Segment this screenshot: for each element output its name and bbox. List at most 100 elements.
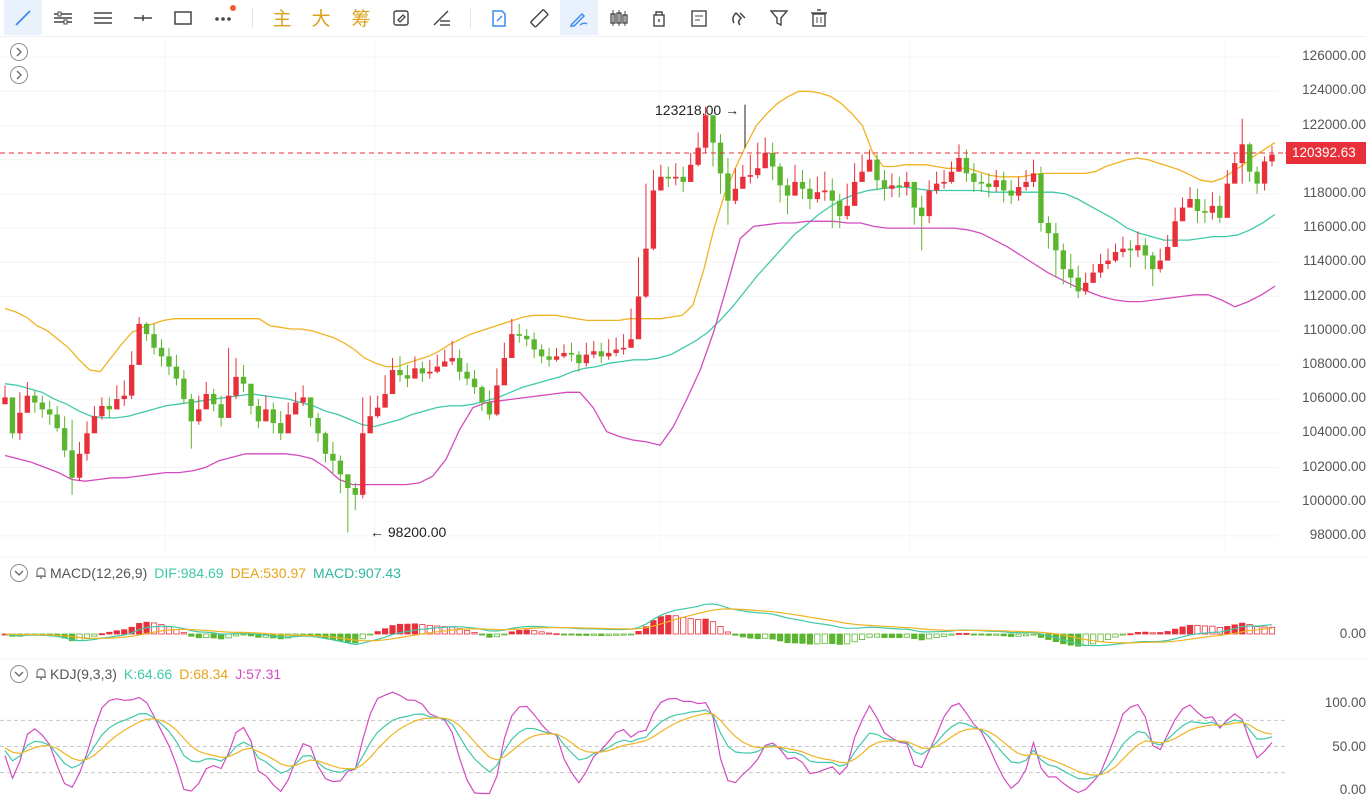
candle-body bbox=[606, 352, 612, 357]
macd-bar bbox=[598, 633, 605, 636]
candle-body bbox=[814, 192, 821, 200]
candle-body bbox=[792, 181, 798, 196]
candle-body bbox=[397, 370, 403, 376]
candle-body bbox=[1023, 181, 1029, 188]
kdj-j-value: J:57.31 bbox=[235, 666, 282, 682]
macd-bar bbox=[478, 633, 486, 636]
macd-bar bbox=[948, 633, 955, 636]
macd-bar bbox=[873, 633, 881, 638]
macd-bar bbox=[1194, 624, 1201, 635]
candle-body bbox=[1060, 250, 1067, 270]
macd-bar bbox=[1119, 633, 1127, 636]
macd-bar bbox=[799, 633, 806, 644]
kdj-header: KDJ(9,3,3) K:64.66 D:68.34 J:57.31 bbox=[10, 665, 281, 683]
candle-body bbox=[367, 416, 373, 434]
candle-body bbox=[464, 371, 470, 379]
chevron-down-icon bbox=[14, 671, 24, 677]
candle-body bbox=[360, 433, 366, 495]
candle-body bbox=[419, 368, 426, 374]
price-tick-label: 126000.00 bbox=[1302, 48, 1366, 64]
price-tick-label: 102000.00 bbox=[1302, 458, 1366, 474]
macd-zero-tick: 0.00 bbox=[1339, 626, 1366, 641]
candle-body bbox=[1194, 199, 1201, 211]
price-tick-label: 112000.00 bbox=[1303, 287, 1366, 303]
candle-body bbox=[263, 409, 269, 422]
macd-label: MACD(12,26,9) bbox=[50, 565, 148, 581]
macd-bar bbox=[963, 633, 970, 635]
macd-dea-value: DEA:530.97 bbox=[230, 565, 307, 581]
candle-body bbox=[210, 393, 217, 405]
candle-body bbox=[561, 352, 567, 357]
macd-bar bbox=[1022, 633, 1030, 637]
bell-icon[interactable] bbox=[34, 667, 48, 681]
candle-body bbox=[1127, 248, 1134, 251]
candle-body bbox=[717, 142, 724, 174]
candle-body bbox=[158, 347, 165, 357]
candle-body bbox=[725, 173, 731, 201]
candle-body bbox=[84, 433, 90, 454]
macd-bar bbox=[1134, 632, 1141, 635]
expand-indicators-button[interactable] bbox=[10, 43, 28, 61]
macd-bar bbox=[232, 633, 240, 637]
macd-bar bbox=[1164, 631, 1171, 635]
kdj-collapse-button[interactable] bbox=[10, 665, 28, 683]
macd-bar bbox=[933, 633, 940, 638]
price-tick-label: 108000.00 bbox=[1302, 355, 1366, 371]
candle-body bbox=[337, 460, 344, 475]
candle-body bbox=[516, 334, 522, 336]
candle-body bbox=[777, 166, 783, 186]
candle-body bbox=[352, 488, 358, 495]
candle-body bbox=[1053, 233, 1059, 251]
current-price-tag: 120392.63 bbox=[1286, 141, 1366, 164]
macd-bar bbox=[955, 633, 963, 635]
candle-body bbox=[948, 171, 955, 182]
candle-body bbox=[1045, 222, 1052, 234]
candle-body bbox=[248, 383, 254, 406]
candle-body bbox=[576, 354, 582, 364]
candle-body bbox=[99, 405, 105, 417]
macd-bar bbox=[523, 629, 530, 635]
candle-body bbox=[315, 417, 321, 434]
macd-bar bbox=[918, 633, 925, 641]
candle-body bbox=[121, 395, 127, 400]
candle-body bbox=[322, 433, 329, 454]
expand-overlays-button[interactable] bbox=[10, 66, 28, 84]
candle-body bbox=[91, 416, 98, 434]
candle-body bbox=[270, 409, 276, 424]
candle-body bbox=[54, 414, 60, 429]
chevron-down-icon bbox=[14, 570, 24, 576]
price-tick-label: 98000.00 bbox=[1309, 526, 1366, 542]
macd-bar bbox=[1216, 627, 1223, 635]
macd-bar bbox=[1104, 633, 1112, 640]
candle-body bbox=[1001, 180, 1007, 191]
macd-bar bbox=[508, 631, 515, 635]
candle-body bbox=[904, 181, 910, 188]
macd-collapse-button[interactable] bbox=[10, 564, 28, 582]
candle-body bbox=[285, 414, 291, 434]
candle-body bbox=[24, 395, 31, 413]
candle-body bbox=[844, 205, 850, 217]
candle-body bbox=[1187, 199, 1193, 208]
macd-bar bbox=[866, 633, 873, 638]
macd-header: MACD(12,26,9) DIF:984.69 DEA:530.97 MACD… bbox=[10, 564, 401, 582]
candle-body bbox=[1157, 260, 1163, 270]
candle-body bbox=[1068, 269, 1074, 278]
macd-bar bbox=[903, 633, 910, 638]
candle-body bbox=[76, 453, 83, 478]
macd-bar bbox=[203, 633, 210, 638]
macd-bar bbox=[553, 633, 560, 636]
bell-icon[interactable] bbox=[34, 566, 48, 580]
candle-body bbox=[404, 375, 411, 379]
candle-body bbox=[926, 190, 932, 217]
candle-body bbox=[837, 200, 843, 217]
candle-body bbox=[978, 181, 985, 184]
candle-body bbox=[1246, 144, 1253, 172]
macd-bar bbox=[620, 633, 627, 636]
macd-bar bbox=[769, 633, 776, 640]
macd-bar bbox=[806, 633, 814, 645]
candle-body bbox=[591, 351, 597, 355]
macd-bar bbox=[926, 633, 933, 640]
price-tick-label: 100000.00 bbox=[1302, 492, 1366, 508]
candle-body bbox=[17, 412, 23, 434]
candle-body bbox=[851, 181, 858, 206]
